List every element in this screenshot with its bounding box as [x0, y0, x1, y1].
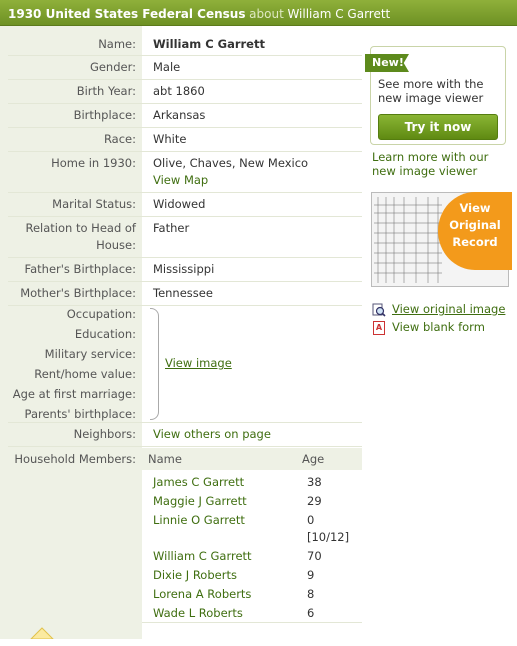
label-name: Name: [98, 37, 136, 51]
household-member-age: 9 [307, 568, 315, 582]
household-member-name[interactable]: Wade L Roberts [153, 605, 243, 622]
value-race: White [153, 132, 187, 146]
household-member-age: 70 [307, 549, 322, 563]
warning-icon [30, 627, 54, 639]
label-race: Race: [103, 132, 136, 146]
value-marital: Widowed [153, 197, 206, 211]
label-age-marriage: Age at first marriage: [12, 387, 136, 401]
column-age: Age [302, 452, 325, 466]
column-name: Name [148, 452, 182, 466]
household-bottom-divider [142, 622, 362, 623]
household-member-name[interactable]: Lorena A Roberts [153, 586, 251, 603]
household-member-name[interactable]: Linnie O Garrett [153, 512, 245, 529]
label-parents-bp: Parents' birthplace: [24, 407, 136, 421]
household-member-age: 8 [307, 587, 315, 601]
value-mother-bp: Tennessee [153, 286, 213, 300]
value-birthplace: Arkansas [153, 108, 206, 122]
value-gender: Male [153, 60, 181, 74]
row-birthplace: Birthplace: Arkansas [8, 104, 362, 128]
row-relation: Relation to Head of House: Father [8, 217, 362, 258]
household-member-age: 29 [307, 494, 322, 508]
row-birth-year: Birth Year: abt 1860 [8, 80, 362, 104]
label-father-bp: Father's Birthplace: [24, 262, 136, 276]
row-home: Home in 1930: Olive, Chaves, New Mexico … [8, 152, 362, 193]
household-member-name[interactable]: William C Garrett [153, 548, 252, 565]
household-member-age-months: [10/12] [307, 530, 350, 544]
row-father-bp: Father's Birthplace: Mississippi [8, 258, 362, 282]
label-military: Military service: [44, 347, 136, 361]
about-text: about [249, 7, 284, 21]
row-mother-bp: Mother's Birthplace: Tennessee [8, 282, 362, 306]
household-member-age: 38 [307, 475, 322, 489]
household-member-name[interactable]: Dixie J Roberts [153, 567, 237, 584]
label-mother-bp: Mother's Birthplace: [20, 286, 136, 300]
row-race: Race: White [8, 128, 362, 152]
learn-more-link-2[interactable]: new image viewer [372, 164, 477, 178]
view-neighbors-link[interactable]: View others on page [153, 426, 271, 443]
value-home: Olive, Chaves, New Mexico [153, 156, 309, 170]
household-member-name[interactable]: James C Garrett [153, 474, 244, 491]
pdf-icon: A [373, 321, 385, 335]
label-occupation: Occupation: [66, 307, 136, 321]
label-marital: Marital Status: [52, 197, 136, 211]
household-member-age: 0 [307, 513, 315, 527]
label-birthplace: Birthplace: [73, 108, 136, 122]
view-image-link[interactable]: View image [165, 355, 232, 372]
view-original-record-badge[interactable]: View Original Record [438, 192, 512, 270]
row-name: Name: William C Garrett [8, 32, 362, 56]
row-marital: Marital Status: Widowed [8, 193, 362, 217]
promo-line-2: new image viewer [378, 91, 484, 105]
household-member-age: 6 [307, 606, 315, 620]
badge-line-2: Original [449, 218, 501, 232]
label-gender: Gender: [89, 60, 136, 74]
label-education: Education: [74, 327, 136, 341]
household-table-header: Name Age [142, 448, 362, 470]
value-relation: Father [153, 221, 190, 235]
label-home: Home in 1930: [51, 156, 136, 170]
view-map-link[interactable]: View Map [153, 172, 208, 189]
value-birth-year: abt 1860 [153, 84, 205, 98]
label-rent: Rent/home value: [34, 367, 136, 381]
label-relation-1: Relation to Head of [25, 221, 137, 235]
magnifier-icon [372, 303, 386, 317]
image-fields-bracket [150, 308, 159, 420]
value-father-bp: Mississippi [153, 262, 215, 276]
value-name: William C Garrett [153, 37, 265, 51]
view-original-image-link[interactable]: View original image [392, 302, 505, 317]
label-neighbors: Neighbors: [73, 427, 136, 441]
label-birth-year: Birth Year: [76, 84, 136, 98]
row-neighbors: Neighbors: View others on page [8, 423, 362, 447]
collection-title: 1930 United States Federal Census [8, 7, 246, 21]
page-header: 1930 United States Federal Census about … [0, 0, 517, 26]
person-title: William C Garrett [287, 7, 391, 21]
row-gender: Gender: Male [8, 56, 362, 80]
new-tag: New! [365, 54, 409, 72]
label-relation-2: House: [96, 238, 136, 252]
try-it-now-button[interactable]: Try it now [378, 114, 498, 140]
badge-line-1: View [459, 201, 491, 215]
promo-line-1: See more with the [378, 77, 484, 91]
view-blank-form-link[interactable]: View blank form [392, 320, 485, 335]
household-member-name[interactable]: Maggie J Garrett [153, 493, 247, 510]
learn-more-link-1[interactable]: Learn more with our [372, 150, 488, 164]
label-household: Household Members: [14, 452, 136, 466]
badge-line-3: Record [452, 235, 498, 249]
